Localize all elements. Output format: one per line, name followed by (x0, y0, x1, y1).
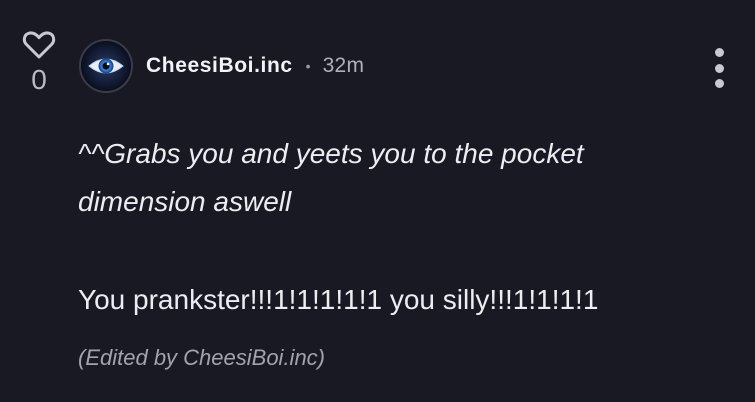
comment-card: 0 CheesiBoi.inc • 32m ^^Grabs you and ye… (0, 0, 755, 402)
vertical-ellipsis-icon-dot (714, 63, 724, 73)
body-line-roleplay-2: dimension aswell (78, 186, 292, 217)
vertical-ellipsis-icon (714, 48, 724, 57)
avatar[interactable] (79, 39, 133, 93)
timestamp: 32m (322, 54, 365, 77)
comment-header: CheesiBoi.inc • 32m (146, 51, 364, 81)
body-line-text: You prankster!!!1!1!1!1!1 you silly!!!1!… (78, 284, 599, 315)
edited-note: (Edited by CheesiBoi.inc) (78, 345, 326, 370)
like-button[interactable] (20, 28, 58, 62)
vertical-ellipsis-icon-dot (714, 79, 724, 88)
like-count: 0 (31, 64, 47, 95)
like-column: 0 (20, 28, 58, 96)
separator-dot: • (305, 58, 311, 74)
more-options-button[interactable] (706, 48, 732, 88)
body-line-roleplay-1: ^^Grabs you and yeets you to the pocket (78, 138, 584, 169)
eye-icon (81, 41, 131, 91)
heart-outline-icon (22, 31, 56, 59)
comment-body: ^^Grabs you and yeets you to the pocket … (78, 130, 678, 324)
username-link[interactable]: CheesiBoi.inc (146, 54, 293, 78)
